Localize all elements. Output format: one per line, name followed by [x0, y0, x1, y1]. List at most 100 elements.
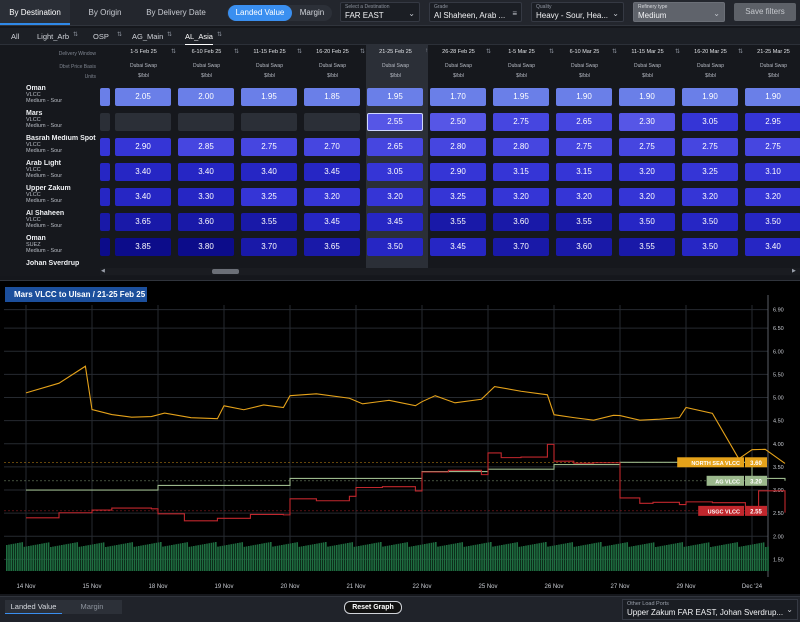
- scroll-right-icon[interactable]: ▶: [792, 268, 796, 274]
- grid-cell[interactable]: 3.40: [241, 163, 297, 181]
- row-header[interactable]: Oman SUEZ Medium - Sour: [26, 235, 100, 254]
- grid-cell[interactable]: 2.75: [682, 138, 738, 156]
- grid-cell[interactable]: 1.85: [304, 88, 360, 106]
- grid-cell[interactable]: 2.50: [430, 113, 486, 131]
- grid-cell[interactable]: 2.65: [367, 138, 423, 156]
- sort-icon[interactable]: ⇅: [217, 31, 222, 38]
- grade-tab-light-arb[interactable]: Light_Arb: [37, 28, 69, 45]
- tab-by-origin[interactable]: By Origin: [74, 0, 136, 25]
- row-header[interactable]: Arab Light VLCC Medium - Sour: [26, 160, 100, 179]
- sort-icon[interactable]: ⇅: [117, 31, 122, 38]
- grid-cell[interactable]: 2.00: [178, 88, 234, 106]
- grid-cell[interactable]: 3.80: [178, 238, 234, 256]
- grid-cell[interactable]: 2.85: [178, 138, 234, 156]
- grid-cell[interactable]: 2.80: [493, 138, 549, 156]
- grid-cell[interactable]: 3.40: [115, 188, 171, 206]
- grid-cell[interactable]: 3.05: [367, 163, 423, 181]
- grade-tab-al-asia[interactable]: AL_Asia: [185, 28, 213, 45]
- grid-cell[interactable]: 2.90: [115, 138, 171, 156]
- grid-cell-clipped[interactable]: [100, 113, 110, 131]
- quality-select[interactable]: Quality Heavy - Sour, Hea... ⌄: [531, 2, 624, 22]
- grid-cell[interactable]: 3.50: [682, 213, 738, 231]
- row-header[interactable]: Mars VLCC Medium - Sour: [26, 110, 100, 129]
- row-header[interactable]: Oman VLCC Medium - Sour: [26, 85, 100, 104]
- grid-cell[interactable]: 1.95: [493, 88, 549, 106]
- column-header[interactable]: 1-5 Feb 25 Dubai Swap $/bbl ⇅: [113, 45, 176, 82]
- grid-cell[interactable]: 2.95: [745, 113, 800, 131]
- column-header[interactable]: 21-25 Mar 25Dubai Swap$/bbl⇅: [743, 45, 800, 82]
- tab-by-delivery-date[interactable]: By Delivery Date: [140, 0, 212, 25]
- grid-cell-clipped[interactable]: [100, 138, 110, 156]
- grid-cell[interactable]: 3.40: [115, 163, 171, 181]
- grid-cell[interactable]: 3.45: [304, 213, 360, 231]
- grid-cell[interactable]: 3.55: [241, 213, 297, 231]
- grid-cell[interactable]: 3.20: [556, 188, 612, 206]
- grid-cell[interactable]: [178, 113, 234, 131]
- grid-cell-clipped[interactable]: [100, 238, 110, 256]
- grid-cell[interactable]: 3.20: [493, 188, 549, 206]
- grid-cell[interactable]: 3.60: [178, 213, 234, 231]
- grid-cell[interactable]: 1.90: [682, 88, 738, 106]
- grid-cell[interactable]: 2.75: [493, 113, 549, 131]
- column-header[interactable]: 26-28 Feb 25 Dubai Swap $/bbl ⇅: [428, 45, 491, 82]
- grid-cell[interactable]: 3.55: [619, 238, 675, 256]
- grid-cell[interactable]: 3.20: [367, 188, 423, 206]
- sort-icon[interactable]: ⇅: [73, 31, 78, 38]
- grid-cell[interactable]: 3.50: [745, 213, 800, 231]
- column-header[interactable]: 11-15 Mar 25 Dubai Swap $/bbl ⇅: [617, 45, 680, 82]
- grid-cell[interactable]: 3.20: [619, 188, 675, 206]
- column-header[interactable]: 6-10 Feb 25 Dubai Swap $/bbl ⇅: [176, 45, 239, 82]
- grid-cell[interactable]: 3.50: [619, 213, 675, 231]
- scroll-left-icon[interactable]: ◀: [101, 268, 105, 274]
- toggle-margin[interactable]: Margin: [293, 5, 331, 21]
- grade-select[interactable]: Grade Al Shaheen, Arab ... ≡: [429, 2, 522, 22]
- grid-cell[interactable]: 3.25: [682, 163, 738, 181]
- grid-cell[interactable]: 3.20: [682, 188, 738, 206]
- grid-cell[interactable]: 3.50: [367, 238, 423, 256]
- grid-cell[interactable]: 3.85: [115, 238, 171, 256]
- grid-cell[interactable]: 3.45: [304, 163, 360, 181]
- column-header[interactable]: 16-20 Mar 25 Dubai Swap $/bbl ⇅: [680, 45, 743, 82]
- reset-graph-button[interactable]: Reset Graph: [344, 601, 402, 614]
- column-header[interactable]: 16-20 Feb 25 Dubai Swap $/bbl ⇅: [302, 45, 365, 82]
- grid-cell[interactable]: 1.90: [556, 88, 612, 106]
- grid-cell[interactable]: 2.65: [556, 113, 612, 131]
- refinery-type-select[interactable]: Refinery type Medium ⌄: [633, 2, 725, 22]
- column-header[interactable]: 1-5 Mar 25 Dubai Swap $/bbl ⇅: [491, 45, 554, 82]
- grid-cell[interactable]: 1.95: [241, 88, 297, 106]
- grade-tab-ag-main[interactable]: AG_Main: [132, 28, 163, 45]
- grid-cell[interactable]: 1.95: [367, 88, 423, 106]
- grid-cell[interactable]: 3.65: [115, 213, 171, 231]
- grid-cell[interactable]: 3.45: [367, 213, 423, 231]
- grade-tab-osp[interactable]: OSP: [93, 28, 109, 45]
- grid-cell[interactable]: 1.90: [745, 88, 800, 106]
- grid-cell[interactable]: 3.70: [493, 238, 549, 256]
- grid-cell[interactable]: 3.20: [745, 188, 800, 206]
- grid-cell-clipped[interactable]: [100, 163, 110, 181]
- grid-cell[interactable]: 2.75: [241, 138, 297, 156]
- grid-cell[interactable]: 3.50: [682, 238, 738, 256]
- grid-cell[interactable]: 3.40: [178, 163, 234, 181]
- column-header[interactable]: 6-10 Mar 25 Dubai Swap $/bbl ⇅: [554, 45, 617, 82]
- grid-cell[interactable]: 3.25: [241, 188, 297, 206]
- row-header[interactable]: Upper Zakum VLCC Medium - Sour: [26, 185, 100, 204]
- column-header[interactable]: 11-15 Feb 25 Dubai Swap $/bbl ⇅: [239, 45, 302, 82]
- grid-cell[interactable]: 3.45: [430, 238, 486, 256]
- grid-cell[interactable]: 3.20: [304, 188, 360, 206]
- grid-cell[interactable]: 3.20: [619, 163, 675, 181]
- grid-cell[interactable]: 3.65: [304, 238, 360, 256]
- grid-cell[interactable]: 2.75: [619, 138, 675, 156]
- grid-cell[interactable]: 3.55: [430, 213, 486, 231]
- grid-cell[interactable]: [304, 113, 360, 131]
- save-filters-button[interactable]: Save filters: [734, 3, 796, 21]
- grid-cell[interactable]: 2.75: [745, 138, 800, 156]
- bottom-tab-landed-value[interactable]: Landed Value: [5, 600, 62, 614]
- grid-cell[interactable]: 2.30: [619, 113, 675, 131]
- grid-cell[interactable]: 3.60: [556, 238, 612, 256]
- scrollbar-thumb[interactable]: [212, 269, 239, 274]
- bottom-tab-margin[interactable]: Margin: [62, 600, 122, 614]
- row-header[interactable]: Al Shaheen VLCC Medium - Sour: [26, 210, 100, 229]
- grid-cell[interactable]: [241, 113, 297, 131]
- grid-cell[interactable]: 3.15: [556, 163, 612, 181]
- row-header[interactable]: Basrah Medium Spot VLCC Medium - Sour: [26, 135, 100, 154]
